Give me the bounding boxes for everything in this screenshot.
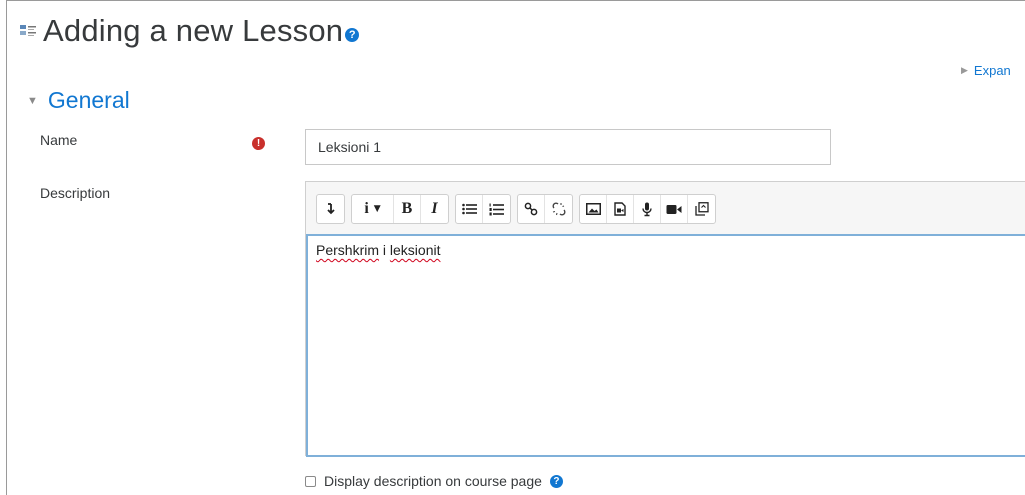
toolbar-group <box>579 194 716 224</box>
unordered-list-icon[interactable] <box>456 195 483 223</box>
expand-all-label: Expan <box>973 63 1011 78</box>
media-icon[interactable] <box>607 195 634 223</box>
spellcheck-word: Pershkrim <box>316 242 380 258</box>
dropdown-caret-icon: ▼ <box>373 204 381 214</box>
required-icon: ! <box>252 137 265 150</box>
display-description-row: Display description on course page ? <box>305 473 563 489</box>
ordered-list-icon[interactable] <box>483 195 510 223</box>
paragraph-styles-icon[interactable]: i ▼ <box>352 195 394 223</box>
manage-files-icon[interactable] <box>688 195 715 223</box>
italic-icon[interactable]: I <box>421 195 448 223</box>
toolbar-group <box>517 194 573 224</box>
name-label: Name <box>40 132 78 148</box>
section-legend: General <box>47 87 130 113</box>
editor-text: i <box>379 242 390 258</box>
help-icon[interactable]: ? <box>345 28 360 42</box>
styles-label: i <box>364 200 369 217</box>
section-general-toggle[interactable]: ▼ General <box>27 87 130 114</box>
bold-icon[interactable]: B <box>394 195 421 223</box>
expand-all-link[interactable]: ▶ Expan <box>961 63 1011 78</box>
toolbar-group: i ▼ B I <box>351 194 449 224</box>
image-icon[interactable] <box>580 195 607 223</box>
collapse-caret-icon: ▼ <box>27 94 38 107</box>
spellcheck-word: leksionit <box>389 242 441 258</box>
toolbar-group <box>316 194 345 224</box>
help-icon[interactable]: ? <box>549 474 563 488</box>
page-heading: Adding a new Lesson ? <box>19 11 360 51</box>
page-frame: Adding a new Lesson ? ▶ Expan ▼ General … <box>6 0 1025 495</box>
lesson-module-icon <box>19 23 37 39</box>
record-video-icon[interactable] <box>661 195 688 223</box>
expand-triangle-icon: ▶ <box>961 65 968 75</box>
editor-toolbar: i ▼ B I <box>316 194 716 224</box>
description-editor: i ▼ B I Pershkrim i leksionit <box>305 181 1025 457</box>
link-icon[interactable] <box>518 195 545 223</box>
record-audio-icon[interactable] <box>634 195 661 223</box>
name-field[interactable] <box>305 129 831 165</box>
display-description-checkbox[interactable] <box>305 475 316 487</box>
page-title: Adding a new Lesson <box>43 13 344 48</box>
description-label: Description <box>40 185 111 201</box>
description-textarea[interactable]: Pershkrim i leksionit <box>306 234 1025 457</box>
unlink-icon[interactable] <box>545 195 572 223</box>
toolbar-group <box>455 194 511 224</box>
toolbar-toggle-icon[interactable] <box>317 195 344 223</box>
display-description-label[interactable]: Display description on course page <box>324 473 542 489</box>
